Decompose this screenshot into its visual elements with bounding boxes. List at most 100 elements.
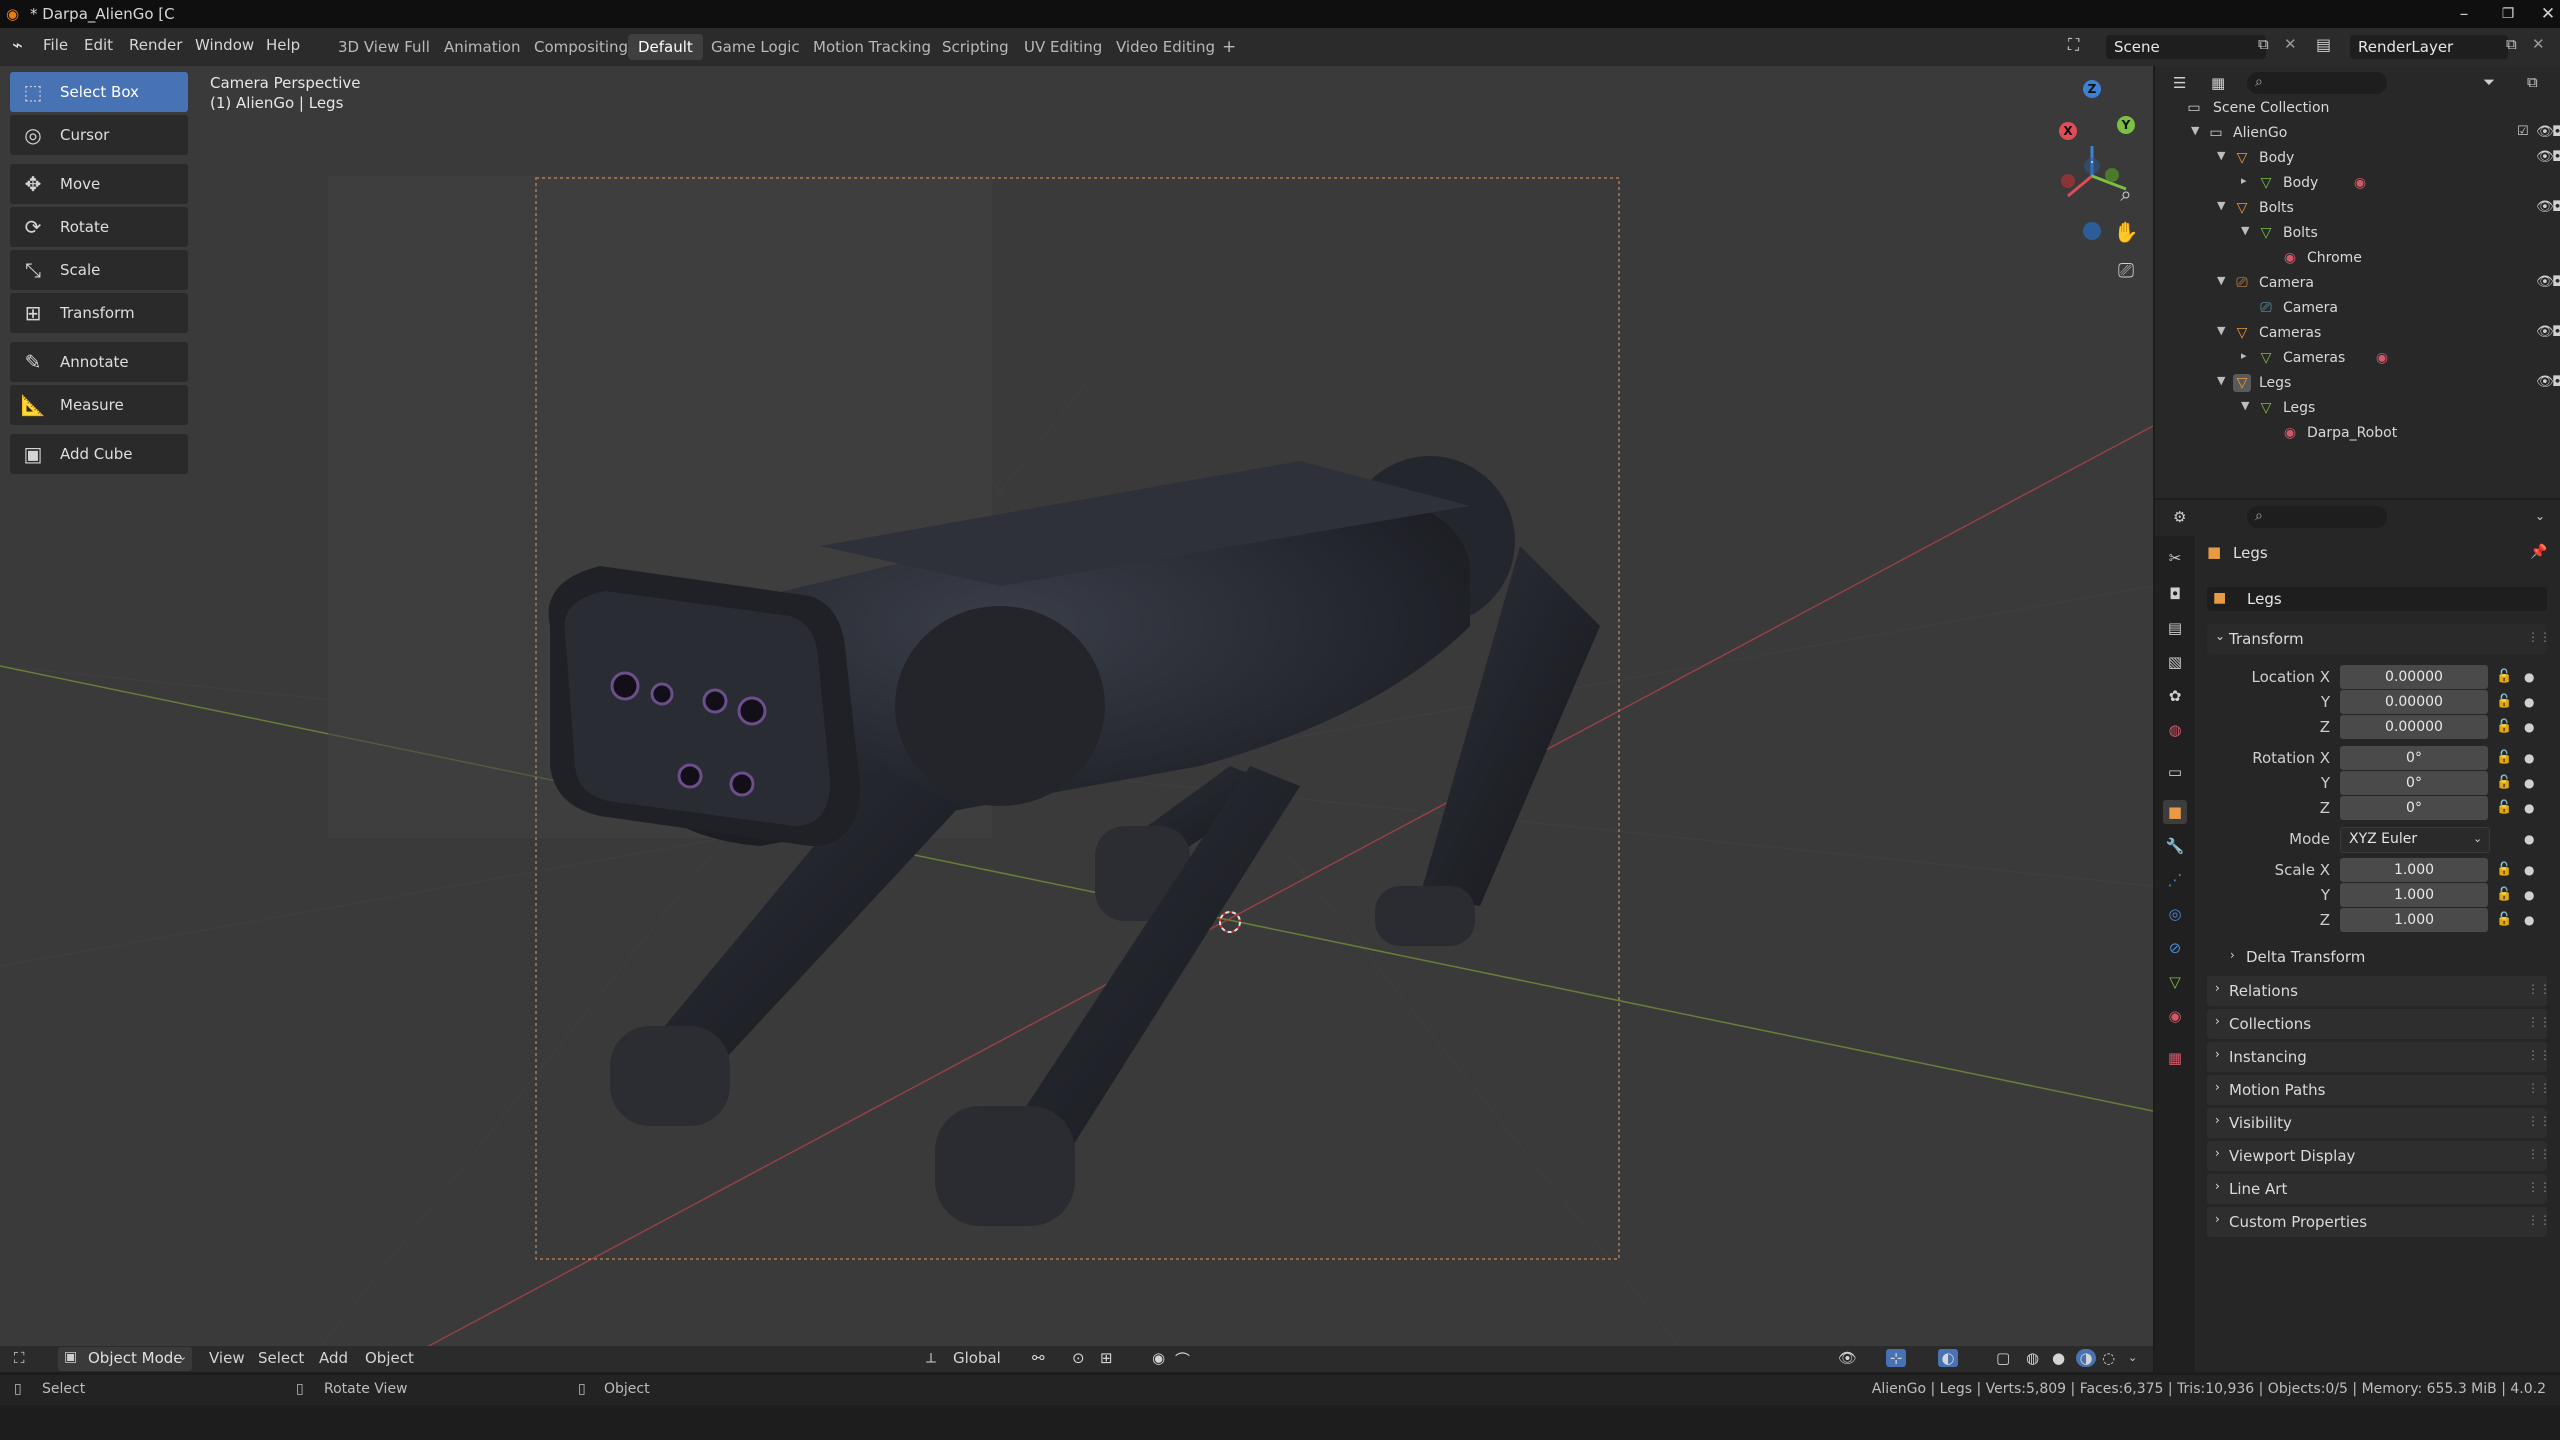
falloff-icon[interactable]: ⌒ (1175, 1349, 1190, 1370)
expand-arrow-icon[interactable]: ▸ (2241, 174, 2247, 187)
tab-uv-editing[interactable]: UV Editing (1014, 34, 1112, 60)
keyframe-dot-icon[interactable]: ● (2524, 801, 2534, 815)
render-camera-icon[interactable]: ◘ (2552, 324, 2560, 340)
gizmo-y-icon[interactable]: Y (2117, 116, 2135, 134)
section-custom-properties[interactable]: › Custom Properties ⋮⋮ (2207, 1207, 2551, 1237)
rotation-z-field[interactable]: 0° (2340, 796, 2488, 820)
rotation-y-field[interactable]: 0° (2340, 771, 2488, 795)
expand-arrow-icon[interactable]: ▼ (2241, 224, 2249, 237)
shading-options-icon[interactable]: ⌄ (2128, 1351, 2137, 1364)
section-relations[interactable]: › Relations ⋮⋮ (2207, 976, 2551, 1006)
physics-tab-icon[interactable]: ◎ (2163, 902, 2187, 926)
scene-selector-icon[interactable]: ⛶ (2068, 35, 2079, 55)
lock-icon[interactable]: 🔓 (2496, 800, 2512, 815)
tab-video-editing[interactable]: Video Editing (1106, 34, 1225, 60)
3d-viewport[interactable]: Z X Y ⌕ ✋ ⎚ Camera Perspective (1) Alien… (0, 66, 2153, 1372)
pan-hand-icon[interactable]: ✋ (2108, 214, 2144, 250)
outliner-row-cameras-object[interactable]: ▼ ▽ Cameras 👁 ◘ (2155, 321, 2560, 346)
outliner-row-scene-collection[interactable]: ▭ Scene Collection (2155, 96, 2560, 121)
section-visibility[interactable]: › Visibility ⋮⋮ (2207, 1108, 2551, 1138)
expand-arrow-icon[interactable]: ▼ (2217, 199, 2225, 212)
new-scene-icon[interactable]: ⧉ (2258, 35, 2269, 53)
outliner-row-aliengo[interactable]: ▼ ▭ AlienGo ☑ 👁 ◘ (2155, 121, 2560, 146)
visibility-icon[interactable]: 👁 (1838, 1349, 1857, 1367)
outliner-row-body-object[interactable]: ▼ ▽ Body 👁 ◘ (2155, 146, 2560, 171)
outliner-row-bolts-mesh[interactable]: ▼ ▽ Bolts (2155, 221, 2560, 246)
rendered-shading-icon[interactable]: ◌ (2102, 1349, 2115, 1367)
menu-edit[interactable]: Edit (84, 36, 113, 54)
snap-icon[interactable]: ⊙ (1072, 1349, 1085, 1367)
render-camera-icon[interactable]: ◘ (2552, 274, 2560, 290)
tab-motion-tracking[interactable]: Motion Tracking (803, 34, 941, 60)
render-camera-icon[interactable]: ◘ (2552, 374, 2560, 390)
outliner-row-bolts-object[interactable]: ▼ ▽ Bolts 👁 ◘ (2155, 196, 2560, 221)
collection-tab-icon[interactable]: ▭ (2163, 760, 2187, 784)
expand-arrow-icon[interactable]: ▼ (2191, 124, 2199, 137)
render-camera-icon[interactable]: ◘ (2552, 199, 2560, 215)
pin-icon[interactable]: 📌 (2530, 544, 2547, 560)
orientation-icon[interactable]: ⟂ (926, 1349, 936, 1367)
gizmo-z-icon[interactable]: Z (2083, 80, 2101, 98)
properties-search-input[interactable]: ⌕ (2247, 506, 2387, 528)
keyframe-dot-icon[interactable]: ● (2524, 720, 2534, 734)
delta-transform-subpanel[interactable]: › Delta Transform (2226, 945, 2526, 969)
outliner-row-body-mesh[interactable]: ▸ ▽ Body ◉ (2155, 171, 2560, 196)
modifier-tab-icon[interactable]: 🔧 (2163, 834, 2187, 858)
section-instancing[interactable]: › Instancing ⋮⋮ (2207, 1042, 2551, 1072)
new-collection-icon[interactable]: ⧉ (2527, 73, 2538, 91)
outliner-row-legs-object[interactable]: ▼ ▽ Legs 👁 ◘ (2155, 371, 2560, 396)
menu-add[interactable]: Add (319, 1349, 348, 1367)
expand-arrow-icon[interactable]: ▼ (2217, 149, 2225, 162)
outliner-row-chrome[interactable]: ◉ Chrome (2155, 246, 2560, 271)
menu-object[interactable]: Object (365, 1349, 414, 1367)
drag-handle-icon[interactable]: ⋮⋮ (2527, 630, 2551, 644)
keyframe-dot-icon[interactable]: ● (2524, 776, 2534, 790)
pivot-icon[interactable]: ⚯ (1032, 1349, 1045, 1367)
overlay-toggle-icon[interactable]: ◐ (1938, 1349, 1958, 1367)
outliner-row-camera-data[interactable]: ⎚ Camera (2155, 296, 2560, 321)
checkbox-icon[interactable]: ☑ (2517, 124, 2529, 139)
section-viewport-display[interactable]: › Viewport Display ⋮⋮ (2207, 1141, 2551, 1171)
outliner-row-darpa-robot[interactable]: ◉ Darpa_Robot (2155, 421, 2560, 446)
new-render-layer-icon[interactable]: ⧉ (2506, 35, 2517, 53)
tab-default[interactable]: Default (628, 34, 703, 60)
tool-cursor[interactable]: ◎ Cursor (10, 115, 188, 155)
snap-increment-icon[interactable]: ⊞ (1100, 1349, 1113, 1367)
object-name-field[interactable]: ■ Legs (2207, 587, 2547, 611)
data-tab-icon[interactable]: ▽ (2163, 970, 2187, 994)
world-tab-icon[interactable]: ◍ (2163, 718, 2187, 742)
render-tab-icon[interactable]: ◘ (2163, 582, 2187, 606)
outliner-type-icon[interactable]: ☰ (2173, 74, 2186, 92)
drag-handle-icon[interactable]: ⋮⋮ (2527, 1147, 2551, 1161)
gizmo-x-icon[interactable]: X (2059, 122, 2077, 140)
drag-handle-icon[interactable]: ⋮⋮ (2527, 1213, 2551, 1227)
constraints-tab-icon[interactable]: ⊘ (2163, 936, 2187, 960)
proportional-edit-icon[interactable]: ◉ (1152, 1349, 1165, 1367)
chevron-down-icon[interactable]: ⌄ (2535, 509, 2545, 523)
drag-handle-icon[interactable]: ⋮⋮ (2527, 1015, 2551, 1029)
keyframe-dot-icon[interactable]: ● (2524, 832, 2534, 846)
location-z-field[interactable]: 0.00000 (2340, 715, 2488, 739)
outliner-search-input[interactable]: ⌕ (2247, 72, 2387, 94)
menu-file[interactable]: File (43, 36, 68, 54)
wireframe-shading-icon[interactable]: ◍ (2026, 1349, 2039, 1367)
scale-z-field[interactable]: 1.000 (2340, 908, 2488, 932)
expand-arrow-icon[interactable]: ▼ (2241, 399, 2249, 412)
texture-tab-icon[interactable]: ▦ (2163, 1046, 2187, 1070)
tab-animation[interactable]: Animation (434, 34, 530, 60)
object-tab-icon[interactable]: ■ (2163, 800, 2187, 824)
rotation-x-field[interactable]: 0° (2340, 746, 2488, 770)
expand-arrow-icon[interactable]: ▸ (2241, 349, 2247, 362)
lock-icon[interactable]: 🔓 (2496, 669, 2512, 684)
tool-transform[interactable]: ⊞ Transform (10, 293, 188, 333)
render-camera-icon[interactable]: ◘ (2552, 124, 2560, 140)
properties-type-icon[interactable]: ⚙ (2173, 508, 2186, 526)
tool-select-box[interactable]: ⬚ Select Box (10, 72, 188, 112)
tool-move[interactable]: ✥ Move (10, 164, 188, 204)
location-y-field[interactable]: 0.00000 (2340, 690, 2488, 714)
section-collections[interactable]: › Collections ⋮⋮ (2207, 1009, 2551, 1039)
tab-scripting[interactable]: Scripting (932, 34, 1019, 60)
expand-arrow-icon[interactable]: ▼ (2217, 324, 2225, 337)
menu-select[interactable]: Select (258, 1349, 304, 1367)
filter-icon[interactable]: ⏷ (2483, 73, 2495, 91)
